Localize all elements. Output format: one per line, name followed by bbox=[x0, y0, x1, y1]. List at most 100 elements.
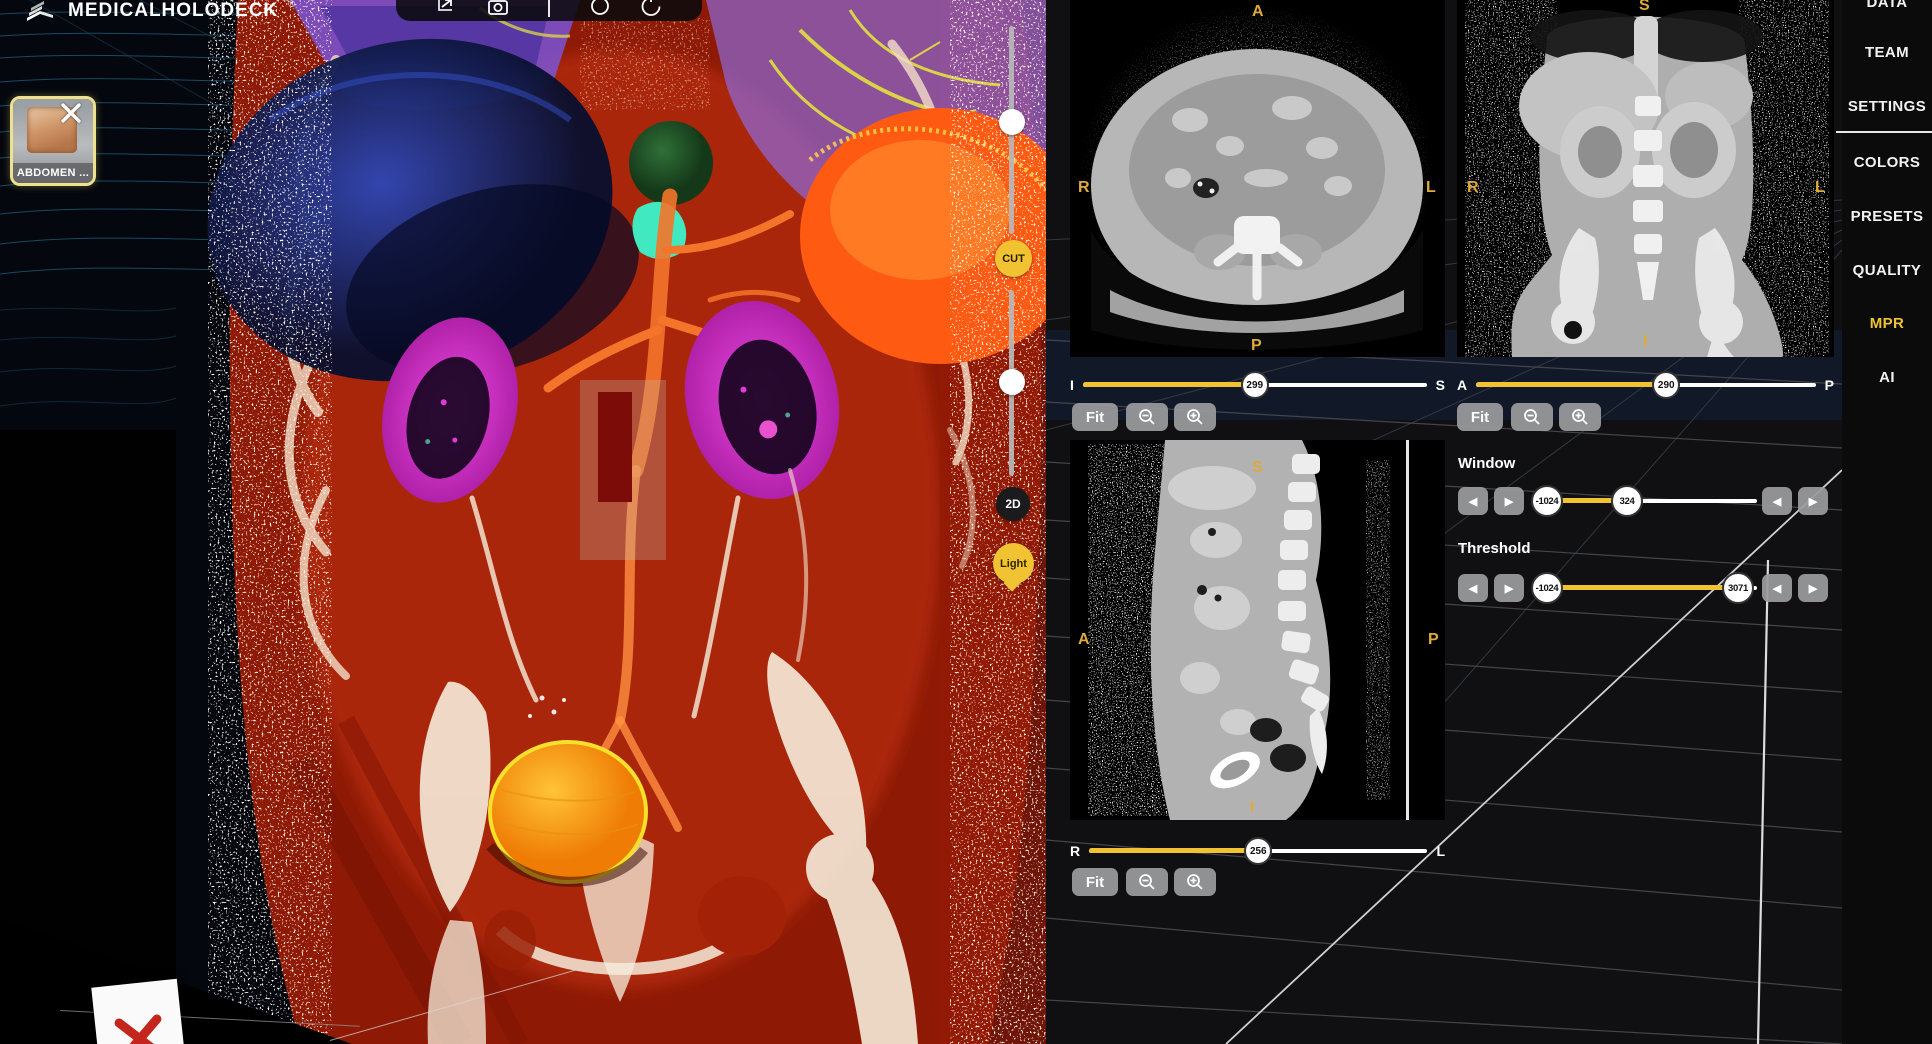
threshold-range-slider[interactable]: -1024 3071 bbox=[1531, 572, 1757, 604]
brand-registered-mark: ® bbox=[288, 0, 295, 9]
threshold-low-decrement-button[interactable]: ◀ bbox=[1458, 574, 1488, 602]
axial-orient-bottom: P bbox=[1251, 337, 1262, 354]
scale-rail-thumb[interactable] bbox=[999, 369, 1025, 395]
window-high-thumb[interactable]: 324 bbox=[1611, 485, 1643, 517]
zoom-in-icon bbox=[1572, 409, 1588, 425]
coronal-slider-value: 290 bbox=[1657, 379, 1675, 391]
sidebar-item-team[interactable]: TEAM bbox=[1842, 44, 1932, 61]
axial-slider-left-label: I bbox=[1070, 377, 1074, 393]
rotation-rail-thumb[interactable] bbox=[999, 109, 1025, 135]
coronal-slice-slider[interactable]: 290 bbox=[1476, 370, 1816, 400]
threshold-low-thumb[interactable]: -1024 bbox=[1531, 572, 1563, 604]
two-d-button[interactable]: 2D bbox=[996, 487, 1030, 521]
axial-view[interactable]: A R L P bbox=[1070, 0, 1445, 357]
threshold-high-value: 3071 bbox=[1728, 582, 1748, 594]
share-flag-icon[interactable] bbox=[435, 0, 459, 20]
window-low-increment-button[interactable]: ▶ bbox=[1494, 487, 1524, 515]
window-low-decrement-button[interactable]: ◀ bbox=[1458, 487, 1488, 515]
sagittal-slice-slider-row: R 256 L bbox=[1070, 836, 1445, 866]
sagittal-orient-top: S bbox=[1252, 459, 1263, 476]
two-d-button-label: 2D bbox=[1005, 497, 1021, 511]
axial-orient-left: R bbox=[1078, 179, 1090, 196]
sidebar-item-quality[interactable]: QUALITY bbox=[1842, 262, 1932, 279]
sagittal-fit-label: Fit bbox=[1085, 873, 1105, 891]
dataset-close-icon[interactable] bbox=[58, 100, 84, 126]
coronal-orient-right: L bbox=[1815, 179, 1825, 196]
coronal-zoom-out-button[interactable] bbox=[1511, 403, 1553, 431]
coronal-orient-bottom: I bbox=[1643, 333, 1647, 350]
axial-zoom-out-button[interactable] bbox=[1126, 403, 1168, 431]
sagittal-slider-thumb[interactable]: 256 bbox=[1244, 837, 1273, 865]
axial-slider-fill bbox=[1082, 382, 1255, 387]
threshold-fill bbox=[1547, 585, 1738, 590]
coronal-slider-fill bbox=[1476, 382, 1667, 387]
logo-book-icon bbox=[27, 1, 53, 21]
sagittal-slider-right-label: L bbox=[1436, 843, 1445, 859]
zoom-out-icon bbox=[1524, 409, 1540, 425]
threshold-high-increment-button[interactable]: ▶ bbox=[1798, 574, 1828, 602]
zoom-out-icon bbox=[1139, 874, 1155, 890]
zoom-in-icon bbox=[1187, 409, 1203, 425]
discard-card[interactable] bbox=[91, 978, 185, 1044]
sidebar-item-data[interactable]: DATA bbox=[1842, 0, 1932, 11]
window-low-thumb[interactable]: -1024 bbox=[1531, 485, 1563, 517]
sagittal-view[interactable]: S A P I bbox=[1070, 440, 1445, 820]
sidebar-item-settings[interactable]: SETTINGS bbox=[1842, 98, 1932, 115]
window-high-value: 324 bbox=[1619, 495, 1635, 507]
window-high-decrement-button[interactable]: ◀ bbox=[1762, 487, 1792, 515]
light-button-label: Light bbox=[1000, 557, 1027, 570]
axial-fit-label: Fit bbox=[1085, 408, 1105, 426]
coronal-fit-button[interactable]: Fit bbox=[1457, 403, 1503, 431]
sagittal-zoom-in-button[interactable] bbox=[1174, 868, 1216, 896]
window-high-increment-button[interactable]: ▶ bbox=[1798, 487, 1828, 515]
app-logo: MEDICALHOLODECK ® bbox=[24, 0, 295, 24]
sagittal-zoom-out-button[interactable] bbox=[1126, 868, 1168, 896]
coronal-slider-thumb[interactable]: 290 bbox=[1652, 371, 1681, 399]
axial-slider-thumb[interactable]: 299 bbox=[1240, 371, 1269, 399]
cut-button-label: CUT bbox=[1002, 252, 1025, 265]
sagittal-slice-slider[interactable]: 256 bbox=[1089, 836, 1428, 866]
coronal-slider-left-label: A bbox=[1457, 377, 1468, 393]
axial-slider-value: 299 bbox=[1246, 379, 1264, 391]
discard-x-icon bbox=[114, 1014, 166, 1044]
sidebar-divider bbox=[1836, 131, 1932, 133]
window-range-slider[interactable]: -1024 324 bbox=[1531, 485, 1757, 517]
threshold-low-value: -1024 bbox=[1535, 582, 1559, 594]
coronal-slice-slider-row: A 290 P bbox=[1457, 370, 1834, 400]
brand-name: MEDICALHOLODECK bbox=[68, 0, 279, 21]
threshold-high-decrement-button[interactable]: ◀ bbox=[1762, 574, 1792, 602]
cut-button[interactable]: CUT bbox=[995, 240, 1032, 277]
threshold-high-thumb[interactable]: 3071 bbox=[1722, 572, 1754, 604]
sagittal-fit-button[interactable]: Fit bbox=[1072, 868, 1118, 896]
sidebar-item-ai[interactable]: AI bbox=[1842, 369, 1932, 386]
circle-tool-icon[interactable] bbox=[588, 0, 612, 20]
axial-slice-slider[interactable]: 299 bbox=[1082, 370, 1427, 400]
volume-3d-view[interactable] bbox=[150, 0, 1050, 1044]
axial-fit-button[interactable]: Fit bbox=[1072, 403, 1118, 431]
zoom-out-icon bbox=[1139, 409, 1155, 425]
coronal-zoom-in-button[interactable] bbox=[1559, 403, 1601, 431]
sagittal-slider-fill bbox=[1089, 848, 1259, 853]
axial-zoom-in-button[interactable] bbox=[1174, 403, 1216, 431]
threshold-low-increment-button[interactable]: ▶ bbox=[1494, 574, 1524, 602]
axial-orient-right: L bbox=[1426, 179, 1436, 196]
sidebar-item-presets[interactable]: PRESETS bbox=[1842, 208, 1932, 225]
axial-orient-top: A bbox=[1252, 3, 1264, 20]
medicalholodeck-app: MEDICALHOLODECK ® ABDOMEN ... CUT 2D Lig… bbox=[0, 0, 1932, 1044]
measure-icon[interactable] bbox=[537, 0, 561, 20]
sidebar-item-mpr[interactable]: MPR bbox=[1842, 315, 1932, 332]
right-sidebar: DATA TEAM SETTINGS COLORS PRESETS QUALIT… bbox=[1842, 0, 1932, 1044]
coronal-view[interactable]: S R L I bbox=[1457, 0, 1834, 357]
window-low-value: -1024 bbox=[1535, 495, 1559, 507]
reset-view-icon[interactable] bbox=[639, 0, 663, 20]
axial-slice-slider-row: I 299 S bbox=[1070, 370, 1445, 400]
stage-toolbar bbox=[396, 0, 702, 21]
camera-icon[interactable] bbox=[486, 0, 510, 20]
sidebar-item-colors[interactable]: COLORS bbox=[1842, 154, 1932, 171]
coronal-fit-label: Fit bbox=[1470, 408, 1490, 426]
sagittal-orient-right: P bbox=[1428, 631, 1439, 648]
coronal-slider-right-label: P bbox=[1824, 377, 1834, 393]
window-label: Window bbox=[1458, 455, 1516, 472]
sagittal-orient-bottom: I bbox=[1250, 799, 1254, 816]
coronal-orient-top: S bbox=[1639, 0, 1650, 14]
